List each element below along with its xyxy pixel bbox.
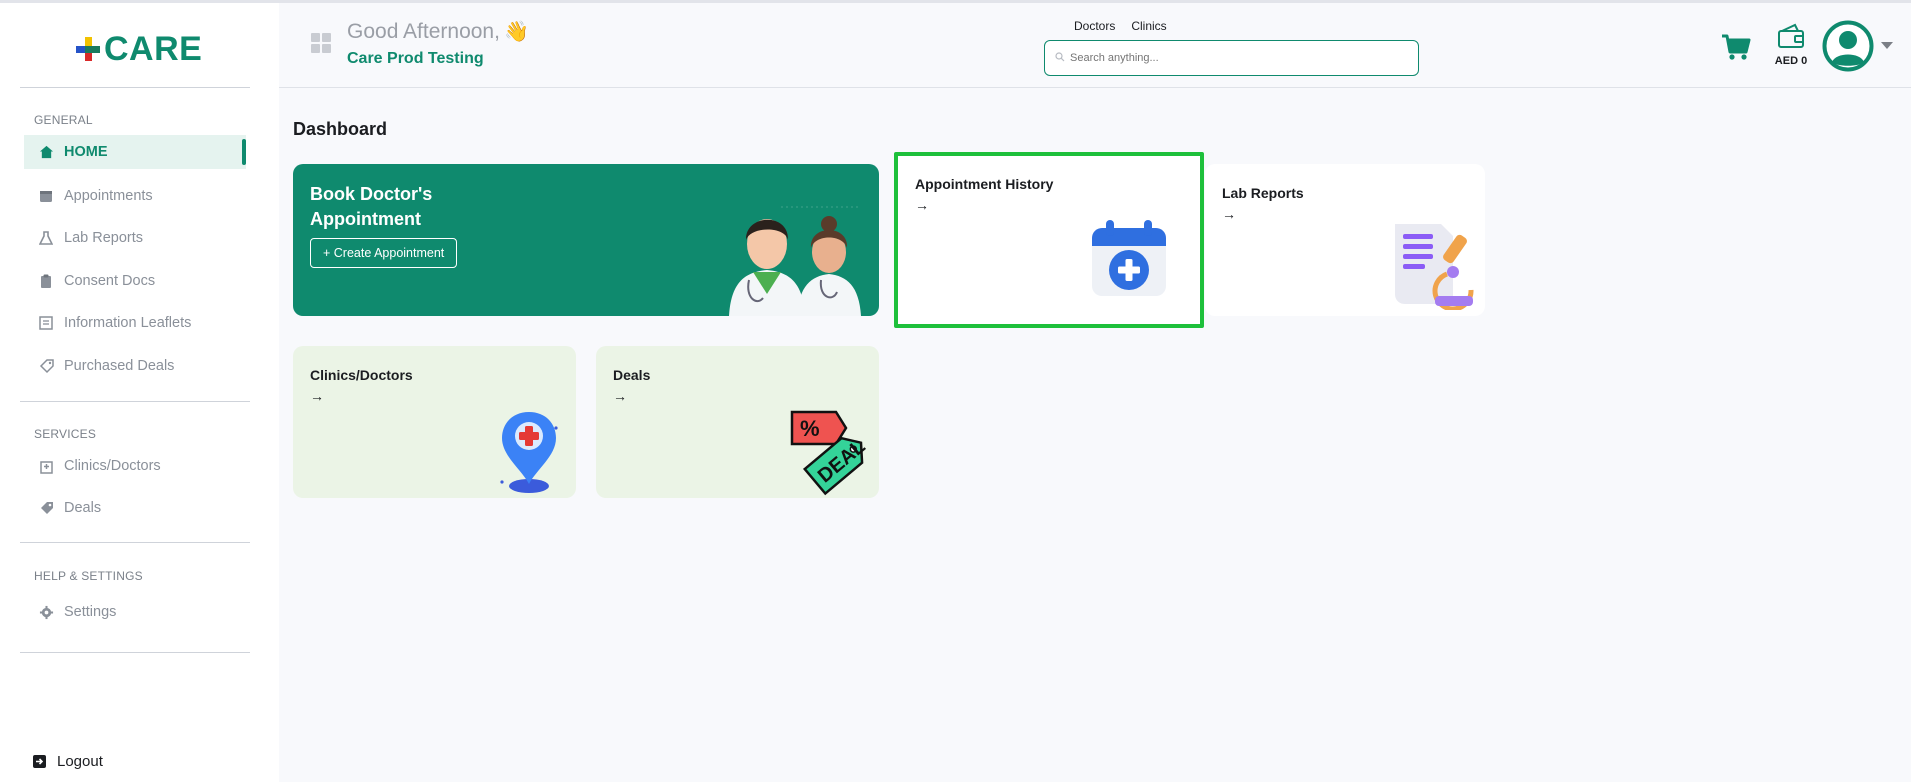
sidebar-item-label: Consent Docs xyxy=(64,273,156,289)
lab-reports-card[interactable]: Lab Reports → xyxy=(1205,164,1485,316)
sidebar-item-purchased-deals[interactable]: Purchased Deals xyxy=(24,349,246,383)
sidebar-item-deals[interactable]: Deals xyxy=(24,491,246,525)
arrow-right-icon: → xyxy=(613,388,627,404)
search-tab-doctors[interactable]: Doctors xyxy=(1074,19,1115,33)
section-title-general: GENERAL xyxy=(34,113,93,127)
waving-hand-icon: 👋 xyxy=(503,21,529,43)
page-title: Dashboard xyxy=(293,119,388,139)
search-tab-clinics[interactable]: Clinics xyxy=(1131,19,1166,33)
sidebar-item-label: Clinics/Doctors xyxy=(64,458,161,474)
wallet-icon xyxy=(1778,23,1804,48)
sidebar-item-lab-reports[interactable]: Lab Reports xyxy=(24,221,246,255)
sidebar-item-label: Lab Reports xyxy=(64,230,143,246)
book-appointment-card[interactable]: Book Doctor's Appointment + Create Appoi… xyxy=(293,164,879,316)
sidebar-item-label: Purchased Deals xyxy=(64,358,175,374)
sidebar-item-information-leaflets[interactable]: Information Leaflets xyxy=(24,306,246,340)
sidebar: CARE GENERAL HOME Appointments Lab Repor… xyxy=(0,3,279,782)
wallet-button[interactable]: AED 0 xyxy=(1771,23,1811,67)
svg-text:%: % xyxy=(800,416,820,441)
home-icon xyxy=(38,144,54,160)
greeting-label: Good Afternoon, xyxy=(347,20,500,43)
search-input[interactable] xyxy=(1070,52,1390,64)
sidebar-item-home[interactable]: HOME xyxy=(24,135,246,169)
search-tabs: Doctors Clinics xyxy=(1074,19,1167,33)
sidebar-item-label: Deals xyxy=(64,500,102,516)
cart-icon xyxy=(1722,34,1751,60)
arrow-right-icon: → xyxy=(310,388,324,404)
sidebar-item-label: HOME xyxy=(64,144,108,160)
clipboard-icon xyxy=(38,273,54,289)
sidebar-item-consent-docs[interactable]: Consent Docs xyxy=(24,264,246,298)
gear-icon xyxy=(38,604,54,620)
user-name: Care Prod Testing xyxy=(347,50,484,67)
sidebar-divider xyxy=(20,401,250,402)
logout-label: Logout xyxy=(57,753,103,770)
create-appointment-button[interactable]: + Create Appointment xyxy=(310,238,458,268)
sidebar-item-clinics-doctors[interactable]: Clinics/Doctors xyxy=(24,449,246,483)
logo-text: CARE xyxy=(104,29,203,68)
microscope-report-icon xyxy=(1395,224,1474,310)
sidebar-item-label: Information Leaflets xyxy=(64,315,192,331)
logout-icon xyxy=(32,754,48,770)
card-title: Lab Reports xyxy=(1222,185,1304,201)
deals-card[interactable]: Deals → % DEAL xyxy=(596,346,879,498)
sidebar-item-appointments[interactable]: Appointments xyxy=(24,179,246,213)
sidebar-divider xyxy=(20,652,250,653)
greeting-text: Good Afternoon, 👋 xyxy=(347,19,529,44)
search-box[interactable] xyxy=(1044,40,1419,76)
app-grid-icon[interactable] xyxy=(311,33,331,53)
sidebar-item-label: Appointments xyxy=(64,188,153,204)
logout-button[interactable]: Logout xyxy=(32,753,103,770)
sidebar-item-settings[interactable]: Settings xyxy=(24,595,246,629)
sidebar-divider xyxy=(20,87,250,88)
hospital-icon xyxy=(38,458,54,474)
top-header: Good Afternoon, 👋 Care Prod Testing Docto… xyxy=(279,3,1911,88)
card-title: Deals xyxy=(613,367,651,383)
app-logo[interactable]: CARE xyxy=(74,29,202,69)
card-title: Clinics/Doctors xyxy=(310,367,413,383)
logo-cross-icon xyxy=(74,35,102,63)
cart-button[interactable] xyxy=(1720,31,1752,63)
calendar-plus-icon xyxy=(1092,220,1166,296)
deal-icon xyxy=(38,358,54,374)
arrow-right-icon: → xyxy=(915,197,929,213)
section-title-services: SERVICES xyxy=(34,427,97,441)
card-title: Appointment History xyxy=(915,176,1054,192)
sidebar-divider xyxy=(20,542,250,543)
section-title-help-settings: HELP & SETTINGS xyxy=(34,569,143,583)
chevron-down-icon[interactable] xyxy=(1881,42,1893,49)
doctors-illustration xyxy=(729,206,861,316)
appointment-history-card[interactable]: Appointment History → xyxy=(894,152,1204,328)
search-icon xyxy=(1055,49,1065,67)
leaflet-icon xyxy=(38,315,54,331)
flask-icon xyxy=(38,230,54,246)
user-avatar-icon xyxy=(1822,20,1874,72)
arrow-right-icon: → xyxy=(1222,206,1236,222)
clinics-doctors-card[interactable]: Clinics/Doctors → xyxy=(293,346,576,498)
map-pin-medical-icon xyxy=(500,412,558,493)
book-card-title: Book Doctor's Appointment xyxy=(310,184,433,229)
sidebar-item-label: Settings xyxy=(64,604,117,620)
avatar[interactable] xyxy=(1822,20,1874,72)
calendar-icon xyxy=(38,188,54,204)
tag-icon xyxy=(38,500,54,516)
deal-tag-icon: % DEAL xyxy=(790,410,870,496)
wallet-balance: AED 0 xyxy=(1774,55,1808,67)
